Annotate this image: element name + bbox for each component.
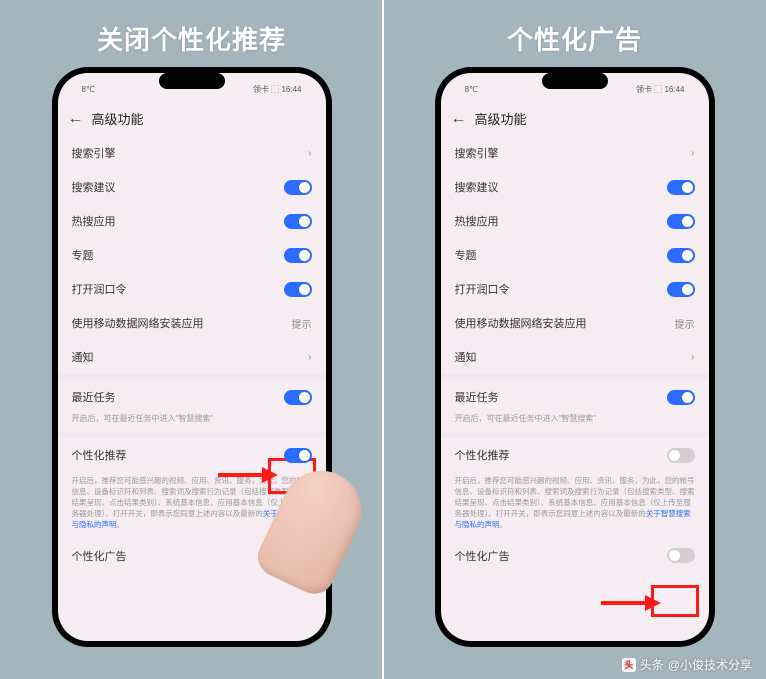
logo-icon: 头 <box>622 658 636 672</box>
caption-right: 个性化广告 <box>507 20 642 57</box>
personal-rec-desc: 开启后，推荐您可能感兴趣的视频、应用、资讯、服务，为此，您的帐号信息、设备标识符… <box>58 472 326 538</box>
toggle[interactable] <box>284 282 312 297</box>
back-icon[interactable]: ← <box>68 110 84 128</box>
chevron-right-icon: › <box>691 352 694 363</box>
status-right: 领卡 ⬚ 16:44 <box>636 84 684 95</box>
label: 个性化推荐 <box>72 447 127 463</box>
watermark-prefix: 头条 <box>640 656 664 673</box>
phone-mock-left: 8℃ 领卡 ⬚ 16:44 ← 高级功能 搜索引擎 › 搜索建议 <box>52 67 332 647</box>
toggle[interactable] <box>284 548 312 563</box>
label: 专题 <box>455 247 477 263</box>
row-notify[interactable]: 通知 › <box>441 340 709 374</box>
watermark-author: @小俊技术分享 <box>668 656 752 673</box>
toggle-personal-ads[interactable] <box>667 548 695 563</box>
hint: 提示 <box>675 316 695 331</box>
label: 通知 <box>72 349 94 365</box>
toggle[interactable] <box>667 180 695 195</box>
label: 打开润口令 <box>455 281 510 297</box>
toggle[interactable] <box>284 214 312 229</box>
label: 个性化广告 <box>455 548 510 564</box>
hint: 提示 <box>292 316 312 331</box>
recent-sub: 开启后，可在最近任务中进入"智慧搜索" <box>58 414 326 432</box>
settings-list: 搜索引擎 › 搜索建议 热搜应用 专题 <box>58 136 326 641</box>
toggle[interactable] <box>284 248 312 263</box>
page-title: 高级功能 <box>92 109 144 128</box>
row-install-mobile[interactable]: 使用移动数据网络安装应用 提示 <box>441 306 709 340</box>
row-personal-rec[interactable]: 个性化推荐 <box>441 438 709 472</box>
toggle[interactable] <box>284 390 312 405</box>
row-search-engine[interactable]: 搜索引擎 › <box>58 136 326 170</box>
right-panel: 个性化广告 8℃ 领卡 ⬚ 16:44 ← 高级功能 搜索引擎 › <box>383 0 766 679</box>
row-search-suggest[interactable]: 搜索建议 <box>441 170 709 204</box>
screen-right: 8℃ 领卡 ⬚ 16:44 ← 高级功能 搜索引擎 › 搜索建议 <box>441 73 709 641</box>
toggle[interactable] <box>667 248 695 263</box>
row-install-mobile[interactable]: 使用移动数据网络安装应用 提示 <box>58 306 326 340</box>
label: 通知 <box>455 349 477 365</box>
row-personal-rec[interactable]: 个性化推荐 <box>58 438 326 472</box>
row-hot-apps[interactable]: 热搜应用 <box>441 204 709 238</box>
recent-sub: 开启后，可在最近任务中进入"智慧搜索" <box>441 414 709 432</box>
caption-left: 关闭个性化推荐 <box>97 20 286 57</box>
back-icon[interactable]: ← <box>451 110 467 128</box>
row-topics[interactable]: 专题 <box>441 238 709 272</box>
chevron-right-icon: › <box>691 148 694 159</box>
label: 搜索引擎 <box>72 145 116 161</box>
status-left: 8℃ <box>82 85 95 94</box>
label: 搜索建议 <box>455 179 499 195</box>
row-notify[interactable]: 通知 › <box>58 340 326 374</box>
row-topics[interactable]: 专题 <box>58 238 326 272</box>
toggle[interactable] <box>667 282 695 297</box>
toggle-personal-rec[interactable] <box>284 448 312 463</box>
toggle-personal-rec[interactable] <box>667 448 695 463</box>
label: 使用移动数据网络安装应用 <box>72 315 204 331</box>
label: 最近任务 <box>72 389 116 405</box>
phone-mock-right: 8℃ 领卡 ⬚ 16:44 ← 高级功能 搜索引擎 › 搜索建议 <box>435 67 715 647</box>
row-personal-ads[interactable]: 个性化广告 <box>441 539 709 573</box>
toggle[interactable] <box>667 390 695 405</box>
row-recent-task[interactable]: 最近任务 <box>58 380 326 414</box>
row-search-suggest[interactable]: 搜索建议 <box>58 170 326 204</box>
row-search-engine[interactable]: 搜索引擎 › <box>441 136 709 170</box>
row-wake-word[interactable]: 打开润口令 <box>58 272 326 306</box>
label: 个性化广告 <box>72 548 127 564</box>
label: 搜索建议 <box>72 179 116 195</box>
label: 专题 <box>72 247 94 263</box>
personal-rec-desc: 开启后，推荐您可能感兴趣的视频、应用、资讯、服务，为此，您的帐号信息、设备标识符… <box>441 472 709 538</box>
page-title: 高级功能 <box>475 109 527 128</box>
watermark: 头 头条 @小俊技术分享 <box>622 656 752 673</box>
chevron-right-icon: › <box>308 352 311 363</box>
row-personal-ads[interactable]: 个性化广告 <box>58 539 326 573</box>
label: 热搜应用 <box>72 213 116 229</box>
chevron-right-icon: › <box>308 148 311 159</box>
screen-left: 8℃ 领卡 ⬚ 16:44 ← 高级功能 搜索引擎 › 搜索建议 <box>58 73 326 641</box>
label: 打开润口令 <box>72 281 127 297</box>
row-hot-apps[interactable]: 热搜应用 <box>58 204 326 238</box>
settings-list: 搜索引擎 › 搜索建议 热搜应用 专题 <box>441 136 709 641</box>
row-recent-task[interactable]: 最近任务 <box>441 380 709 414</box>
toggle[interactable] <box>667 214 695 229</box>
left-panel: 关闭个性化推荐 8℃ 领卡 ⬚ 16:44 ← 高级功能 搜索引擎 › <box>0 0 383 679</box>
label: 使用移动数据网络安装应用 <box>455 315 587 331</box>
page-header: ← 高级功能 <box>58 101 326 136</box>
page-header: ← 高级功能 <box>441 101 709 136</box>
label: 搜索引擎 <box>455 145 499 161</box>
status-right: 领卡 ⬚ 16:44 <box>253 84 301 95</box>
status-left: 8℃ <box>465 85 478 94</box>
label: 个性化推荐 <box>455 447 510 463</box>
phone-notch <box>159 73 225 89</box>
panel-divider <box>382 0 384 679</box>
label: 热搜应用 <box>455 213 499 229</box>
toggle[interactable] <box>284 180 312 195</box>
phone-notch <box>542 73 608 89</box>
label: 最近任务 <box>455 389 499 405</box>
row-wake-word[interactable]: 打开润口令 <box>441 272 709 306</box>
